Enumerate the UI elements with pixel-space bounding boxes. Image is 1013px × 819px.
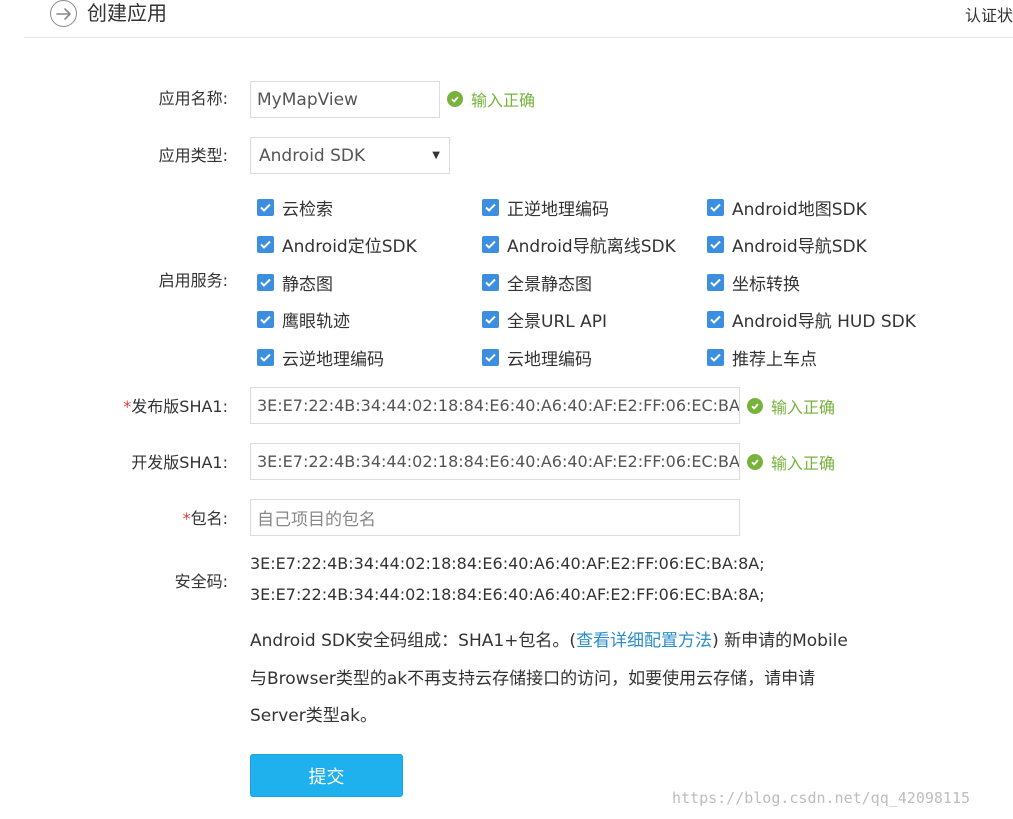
package-name-label: *包名:	[0, 509, 228, 529]
service-label: 云地理编码	[507, 350, 592, 370]
dev-sha1-status: 输入正确	[747, 450, 835, 474]
app-name-input[interactable]: MyMapView	[250, 81, 440, 118]
caret-down-icon: ▼	[432, 150, 440, 161]
security-note-line3: Server类型ak。	[250, 706, 378, 726]
app-type-value: Android SDK	[259, 145, 366, 166]
service-checkbox[interactable]: 坐标转换	[707, 270, 800, 295]
package-name-label-text: 包名:	[190, 509, 228, 528]
release-sha1-label-text: 发布版SHA1:	[131, 397, 228, 416]
checkbox-checked-icon[interactable]	[257, 274, 274, 291]
auth-status-link[interactable]: 认证状	[965, 2, 1013, 26]
release-sha1-input[interactable]: 3E:E7:22:4B:34:44:02:18:84:E6:40:A6:40:A…	[250, 387, 740, 424]
checkbox-checked-icon[interactable]	[257, 199, 274, 216]
service-label: Android定位SDK	[282, 237, 417, 257]
app-name-value: MyMapView	[257, 89, 358, 110]
service-checkbox[interactable]: 云检索	[257, 195, 333, 220]
page-title: 创建应用	[87, 1, 167, 25]
service-label: 全景静态图	[507, 275, 592, 295]
check-circle-icon	[447, 91, 463, 107]
service-label: 鹰眼轨迹	[282, 312, 350, 332]
config-method-link[interactable]: 查看详细配置方法	[576, 631, 712, 651]
release-sha1-value: 3E:E7:22:4B:34:44:02:18:84:E6:40:A6:40:A…	[257, 396, 740, 415]
watermark: https://blog.csdn.net/qq_42098115	[672, 789, 971, 807]
dev-sha1-label: 开发版SHA1:	[131, 453, 228, 472]
checkbox-checked-icon[interactable]	[707, 199, 724, 216]
service-checkbox[interactable]: 推荐上车点	[707, 345, 817, 370]
app-name-label: 应用名称:	[158, 89, 228, 108]
app-name-status: 输入正确	[447, 87, 535, 111]
checkbox-checked-icon[interactable]	[257, 349, 274, 366]
service-checkbox[interactable]: 正逆地理编码	[482, 195, 609, 220]
package-name-input[interactable]: 自己项目的包名	[250, 499, 740, 536]
service-checkbox[interactable]: 云逆地理编码	[257, 345, 384, 370]
service-label: 推荐上车点	[732, 350, 817, 370]
checkbox-checked-icon[interactable]	[707, 236, 724, 253]
check-circle-icon	[747, 454, 763, 470]
security-code-label: 安全码:	[174, 572, 228, 591]
app-type-label: 应用类型:	[158, 146, 228, 165]
checkbox-checked-icon[interactable]	[482, 349, 499, 366]
service-label: Android导航 HUD SDK	[732, 312, 916, 332]
submit-button[interactable]: 提交	[250, 754, 403, 797]
security-note-line2: 与Browser类型的ak不再支持云存储接口的访问，如要使用云存储，请申请	[250, 669, 816, 689]
checkbox-checked-icon[interactable]	[482, 199, 499, 216]
dev-sha1-value: 3E:E7:22:4B:34:44:02:18:84:E6:40:A6:40:A…	[257, 452, 740, 471]
service-checkbox[interactable]: 全景静态图	[482, 270, 592, 295]
page-header: 创建应用 认证状	[24, 0, 1013, 38]
security-note-line1: Android SDK安全码组成：SHA1+包名。(查看详细配置方法) 新申请的…	[250, 626, 848, 651]
services-label: 启用服务:	[158, 271, 228, 290]
checkbox-checked-icon[interactable]	[257, 236, 274, 253]
required-mark: *	[182, 509, 191, 528]
service-label: Android导航离线SDK	[507, 237, 676, 257]
service-checkbox[interactable]: 云地理编码	[482, 345, 592, 370]
service-label: Android导航SDK	[732, 237, 867, 257]
service-checkbox[interactable]: Android地图SDK	[707, 195, 867, 220]
service-label: 正逆地理编码	[507, 200, 609, 220]
checkbox-checked-icon[interactable]	[482, 311, 499, 328]
package-name-placeholder: 自己项目的包名	[257, 510, 376, 530]
checkbox-checked-icon[interactable]	[257, 311, 274, 328]
service-checkbox[interactable]: 静态图	[257, 270, 333, 295]
service-label: 坐标转换	[732, 275, 800, 295]
back-arrow-icon[interactable]	[50, 0, 77, 27]
security-code-line: 3E:E7:22:4B:34:44:02:18:84:E6:40:A6:40:A…	[250, 554, 765, 573]
service-label: 云检索	[282, 200, 333, 220]
service-checkbox[interactable]: 鹰眼轨迹	[257, 307, 350, 332]
release-sha1-status-text: 输入正确	[771, 398, 836, 417]
service-checkbox[interactable]: Android定位SDK	[257, 232, 417, 257]
checkbox-checked-icon[interactable]	[707, 274, 724, 291]
service-checkbox[interactable]: Android导航 HUD SDK	[707, 307, 916, 332]
service-checkbox[interactable]: Android导航SDK	[707, 232, 867, 257]
checkbox-checked-icon[interactable]	[482, 274, 499, 291]
app-type-select[interactable]: Android SDK ▼	[250, 137, 450, 174]
service-label: 静态图	[282, 275, 333, 295]
app-name-status-text: 输入正确	[471, 91, 536, 110]
service-label: 全景URL API	[507, 312, 608, 332]
checkbox-checked-icon[interactable]	[482, 236, 499, 253]
service-checkbox[interactable]: 全景URL API	[482, 307, 607, 332]
service-label: 云逆地理编码	[282, 350, 384, 370]
note-text: Android SDK安全码组成：SHA1+包名。(	[250, 631, 577, 651]
service-label: Android地图SDK	[732, 200, 867, 220]
check-circle-icon	[747, 398, 763, 414]
service-checkbox[interactable]: Android导航离线SDK	[482, 232, 676, 257]
security-code-line: 3E:E7:22:4B:34:44:02:18:84:E6:40:A6:40:A…	[250, 585, 765, 604]
checkbox-checked-icon[interactable]	[707, 311, 724, 328]
release-sha1-status: 输入正确	[747, 394, 835, 418]
note-text: ) 新申请的Mobile	[712, 631, 848, 651]
dev-sha1-status-text: 输入正确	[771, 454, 836, 473]
checkbox-checked-icon[interactable]	[707, 349, 724, 366]
release-sha1-label: *发布版SHA1:	[0, 397, 228, 417]
dev-sha1-input[interactable]: 3E:E7:22:4B:34:44:02:18:84:E6:40:A6:40:A…	[250, 443, 740, 480]
